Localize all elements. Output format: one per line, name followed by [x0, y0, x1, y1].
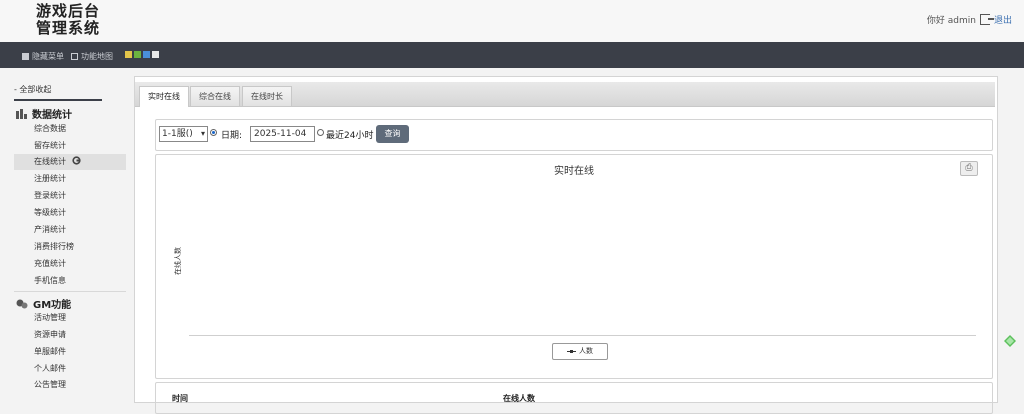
sidebar-item-personal-mail[interactable]: 个人邮件	[14, 361, 126, 377]
server-select[interactable]: 1-1服()	[159, 126, 208, 142]
sidebar-item-production[interactable]: 产消统计	[14, 222, 126, 238]
print-icon[interactable]: ⎙	[960, 161, 978, 176]
back-to-top-icon[interactable]	[1003, 334, 1017, 348]
tab-online-duration[interactable]: 在线时长	[242, 86, 292, 106]
last24-label: 最近24小时	[326, 131, 374, 141]
logout-link[interactable]: 退出	[994, 13, 1012, 26]
header: 游戏后台 管理系统 你好 admin 退出	[0, 0, 1024, 42]
gm-icon	[16, 299, 28, 308]
legend-series-name: 人数	[579, 347, 593, 355]
main-panel: 实时在线 综合在线 在线时长 1-1服() 日期: 2025-11-04 最近2…	[134, 76, 998, 414]
hide-menu-icon	[22, 53, 29, 60]
date-input[interactable]: 2025-11-04	[250, 126, 315, 142]
group-title-label: GM功能	[33, 300, 72, 311]
table-header-online-count: 在线人数	[503, 394, 535, 403]
group-title-label: 数据统计	[32, 110, 72, 121]
logo-line2: 管理系统	[36, 19, 101, 37]
hide-menu-button[interactable]: 隐藏菜单	[22, 51, 64, 62]
logo-line1: 游戏后台	[36, 2, 101, 20]
sidebar-item-server-mail[interactable]: 单服邮件	[14, 344, 126, 360]
sidebar-item-recharge[interactable]: 充值统计	[14, 256, 126, 272]
sidebar-item-announcement[interactable]: 公告管理	[14, 377, 126, 393]
chart-title: 实时在线	[554, 166, 594, 177]
refresh-icon	[71, 156, 81, 165]
tab-realtime-online[interactable]: 实时在线	[139, 86, 189, 107]
sidebar-item-retention[interactable]: 留存统计	[14, 138, 126, 154]
group-gm[interactable]: GM功能	[16, 296, 71, 311]
sidebar-item-spend-ranking[interactable]: 消费排行榜	[14, 239, 126, 255]
theme-switcher	[125, 51, 159, 58]
chart-legend[interactable]: 人数	[552, 343, 608, 360]
online-chart: 实时在线 ⎙ 在线人数 人数	[155, 154, 993, 379]
site-map-button[interactable]: 功能地图	[71, 51, 113, 62]
theme-color-swatch[interactable]	[134, 51, 141, 58]
date-label: 日期:	[221, 131, 243, 141]
last24-radio[interactable]	[317, 129, 324, 136]
table-header-time: 时间	[172, 394, 188, 403]
sidebar-item-overview[interactable]: 综合数据	[14, 121, 126, 137]
group-data-stats[interactable]: 数据统计	[16, 106, 72, 121]
online-table: 时间 在线人数	[155, 382, 993, 414]
theme-color-swatch[interactable]	[152, 51, 159, 58]
query-button[interactable]: 查询	[376, 125, 409, 143]
sidebar-item-activity[interactable]: 活动管理	[14, 310, 126, 326]
hide-menu-label: 隐藏菜单	[32, 52, 64, 61]
chart-x-axis	[189, 335, 976, 336]
top-toolbar: 隐藏菜单 功能地图	[0, 42, 1024, 68]
theme-color-swatch[interactable]	[143, 51, 150, 58]
legend-line-icon	[567, 350, 576, 353]
sidebar-item-level[interactable]: 等级统计	[14, 205, 126, 221]
grid-icon	[71, 53, 78, 60]
sidebar-item-register[interactable]: 注册统计	[14, 171, 126, 187]
collapse-all-link[interactable]: - 全部收起	[14, 84, 102, 101]
logo: 游戏后台 管理系统	[36, 3, 100, 37]
sidebar-item-online[interactable]: 在线统计	[14, 154, 126, 170]
sidebar-divider	[14, 291, 126, 292]
tab-overall-online[interactable]: 综合在线	[190, 86, 240, 106]
theme-color-swatch[interactable]	[125, 51, 132, 58]
date-radio[interactable]	[210, 129, 217, 136]
site-map-label: 功能地图	[81, 52, 113, 61]
sidebar-item-login[interactable]: 登录统计	[14, 188, 126, 204]
logout-icon[interactable]	[979, 14, 994, 25]
sidebar: - 全部收起 数据统计 综合数据 留存统计 在线统计 注册统计 登录统计 等级统…	[0, 76, 130, 401]
sidebar-item-resource[interactable]: 资源申请	[14, 327, 126, 343]
greeting: 你好 admin	[926, 16, 976, 26]
sidebar-item-phone-info[interactable]: 手机信息	[14, 273, 126, 289]
chart-y-axis-label: 在线人数	[174, 247, 182, 275]
filter-bar: 1-1服() 日期: 2025-11-04 最近24小时 查询	[155, 119, 993, 151]
sidebar-item-label: 在线统计	[34, 157, 66, 166]
bar-chart-icon	[16, 108, 27, 119]
tab-bar: 实时在线 综合在线 在线时长	[135, 82, 995, 107]
user-area: 你好 admin 退出	[927, 13, 1012, 26]
